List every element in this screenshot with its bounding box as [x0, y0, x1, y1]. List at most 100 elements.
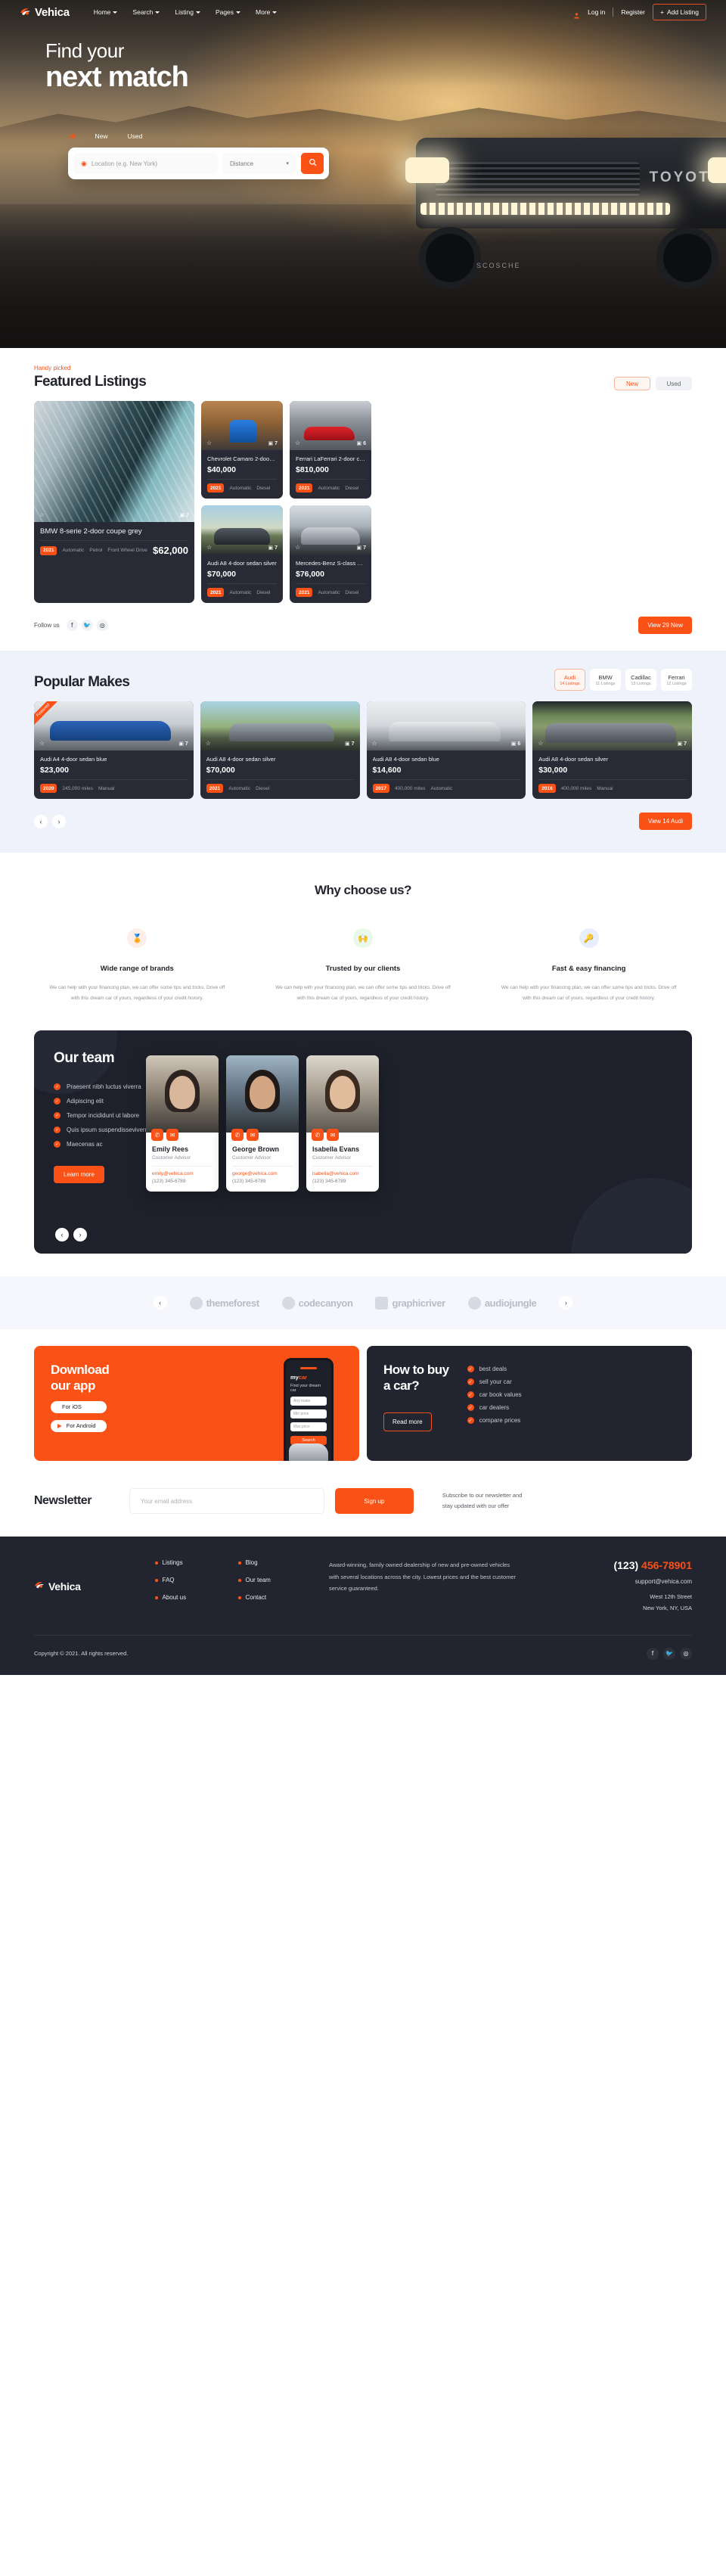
- star-icon[interactable]: ☆: [39, 511, 45, 518]
- listing-card[interactable]: ☆ ▣ 7 Audi A8 4-door sedan silver $30,00…: [532, 701, 692, 799]
- brand-graphicriver[interactable]: graphicriver: [375, 1296, 445, 1310]
- make-tab-bmw[interactable]: BMW 11 Listings: [590, 669, 621, 691]
- hero-tab-new[interactable]: New: [95, 132, 107, 140]
- app-field-make[interactable]: Any make: [290, 1397, 327, 1406]
- brand-audiojungle[interactable]: audiojungle: [467, 1296, 537, 1310]
- star-icon[interactable]: ☆: [295, 544, 300, 551]
- photo-count-value: 7: [275, 545, 278, 551]
- nav-item-home[interactable]: Home: [94, 8, 118, 16]
- star-icon[interactable]: ☆: [206, 440, 212, 446]
- instagram-icon[interactable]: ◎: [680, 1647, 692, 1660]
- view-all-audi-button[interactable]: View 14 Audi: [638, 813, 692, 830]
- member-phone[interactable]: (123) 345-6789: [312, 1179, 373, 1184]
- star-icon[interactable]: ☆: [372, 740, 377, 747]
- listing-year: 2021: [206, 784, 224, 793]
- ios-download-button[interactable]: For iOS: [51, 1400, 107, 1413]
- listing-card-featured[interactable]: ☆ ▣ 7 BMW 8-serie 2-door coupe grey 2021…: [34, 401, 194, 603]
- make-tab-audi[interactable]: Audi 14 Listings: [554, 669, 585, 691]
- nav-item-pages[interactable]: Pages: [216, 8, 241, 16]
- team-member-card[interactable]: ✆ ✉ Emily Rees Customer Advisor emily@ve…: [146, 1055, 219, 1192]
- facebook-icon[interactable]: f: [647, 1647, 659, 1660]
- listing-card[interactable]: ☆ ▣ 7 Chevrolet Camaro 2-door convertib.…: [201, 401, 283, 499]
- chevron-left-icon[interactable]: ‹: [153, 1296, 167, 1310]
- star-icon[interactable]: ☆: [295, 440, 300, 446]
- footer-email[interactable]: support@vehica.com: [518, 1578, 692, 1585]
- footer-address-line1: West 12th Street: [650, 1593, 692, 1601]
- chevron-left-icon[interactable]: ‹: [34, 814, 48, 828]
- featured-toggle-new[interactable]: New: [614, 377, 650, 390]
- member-email[interactable]: isabella@vehica.com: [312, 1171, 373, 1176]
- footer-logo[interactable]: Vehica: [34, 1559, 155, 1614]
- view-all-new-button[interactable]: View 29 New: [638, 617, 692, 634]
- login-link[interactable]: Log in: [588, 8, 605, 16]
- social-links: f 🐦 ◎: [66, 620, 108, 631]
- chevron-down-icon: [155, 11, 160, 14]
- app-field-min-price[interactable]: Min price: [290, 1409, 327, 1419]
- make-tab-ferrari[interactable]: Ferrari 12 Listings: [661, 669, 692, 691]
- nav-item-search[interactable]: Search: [132, 8, 160, 16]
- instagram-icon[interactable]: ◎: [96, 620, 108, 631]
- member-email[interactable]: george@vehica.com: [232, 1171, 293, 1176]
- chevron-right-icon[interactable]: ›: [73, 1228, 87, 1242]
- footer-phone[interactable]: (123) 456-78901: [518, 1559, 692, 1571]
- mail-icon[interactable]: ✉: [327, 1129, 339, 1142]
- twitter-icon[interactable]: 🐦: [81, 620, 93, 631]
- chevron-left-icon[interactable]: ‹: [55, 1228, 69, 1242]
- listing-card[interactable]: ☆ ▣ 7 Audi A8 4-door sedan silver $70,00…: [201, 505, 283, 603]
- featured-toggle-used[interactable]: Used: [656, 377, 692, 390]
- hero-tab-all[interactable]: All: [68, 132, 75, 140]
- team-member-card[interactable]: ✆ ✉ Isabella Evans Customer Advisor isab…: [306, 1055, 379, 1192]
- brand-codecanyon[interactable]: codecanyon: [281, 1296, 353, 1310]
- newsletter-signup-button[interactable]: Sign up: [334, 1488, 414, 1515]
- team-member-card[interactable]: ✆ ✉ George Brown Customer Advisor george…: [226, 1055, 299, 1192]
- hero-tab-used[interactable]: Used: [127, 132, 142, 140]
- make-tab-cadillac[interactable]: Cadillac 13 Listings: [625, 669, 656, 691]
- phone-icon[interactable]: ✆: [151, 1129, 163, 1142]
- listing-card[interactable]: ☆ ▣ 7 Mercedes-Benz S-class 2-door cou..…: [290, 505, 371, 603]
- star-icon[interactable]: ☆: [206, 544, 212, 551]
- listing-card[interactable]: ☆ ▣ 6 Audi A8 4-door sedan blue $14,600 …: [366, 701, 526, 799]
- footer-link-contact[interactable]: Contact: [246, 1594, 267, 1601]
- member-phone[interactable]: (123) 345-6789: [232, 1179, 293, 1184]
- newsletter-email-input[interactable]: Your email address: [129, 1488, 324, 1515]
- android-download-button[interactable]: ▶ For Android: [51, 1419, 107, 1432]
- listing-card[interactable]: Featured ☆ ▣ 7 Audi A4 4-door sedan blue…: [34, 701, 194, 799]
- footer-link-blog[interactable]: Blog: [246, 1559, 258, 1566]
- mail-icon[interactable]: ✉: [247, 1129, 259, 1142]
- nav-item-listing[interactable]: Listing: [175, 8, 200, 16]
- learn-more-button[interactable]: Learn more: [54, 1166, 104, 1184]
- listing-specs: 2021 Automatic Diesel: [207, 483, 277, 493]
- listing-card[interactable]: ☆ ▣ 6 Ferrari LaFerrari 2-door coupe red…: [290, 401, 371, 499]
- distance-label: Distance: [230, 160, 254, 167]
- footer-link-about-us[interactable]: About us: [163, 1594, 187, 1601]
- phone-icon[interactable]: ✆: [231, 1129, 244, 1142]
- chevron-right-icon[interactable]: ›: [52, 814, 66, 828]
- phone-icon[interactable]: ✆: [312, 1129, 324, 1142]
- location-input[interactable]: ◉ Location (e.g. New York): [73, 153, 218, 175]
- twitter-icon[interactable]: 🐦: [663, 1647, 675, 1660]
- why-item: 🙌 Trusted by our clients We can help wit…: [260, 928, 467, 1003]
- star-icon[interactable]: ☆: [206, 740, 211, 747]
- star-icon[interactable]: ☆: [538, 740, 543, 747]
- search-button[interactable]: [301, 153, 324, 175]
- member-phone[interactable]: (123) 345-6789: [152, 1179, 213, 1184]
- nav-item-more[interactable]: More: [256, 8, 278, 16]
- listing-spec: Automatic: [228, 785, 251, 791]
- add-listing-button[interactable]: + Add Listing: [652, 4, 706, 20]
- app-field-max-price[interactable]: Max price: [290, 1422, 327, 1432]
- footer-link-our-team[interactable]: Our team: [246, 1577, 271, 1583]
- facebook-icon[interactable]: f: [66, 620, 78, 631]
- member-email[interactable]: emily@vehica.com: [152, 1171, 213, 1176]
- brand-themeforest[interactable]: themeforest: [189, 1296, 259, 1310]
- listing-photo: ☆ ▣ 7: [201, 505, 283, 555]
- chevron-right-icon[interactable]: ›: [559, 1296, 573, 1310]
- distance-select[interactable]: Distance ▾: [222, 153, 296, 175]
- mail-icon[interactable]: ✉: [166, 1129, 178, 1142]
- read-more-button[interactable]: Read more: [383, 1412, 432, 1431]
- footer-link-faq[interactable]: FAQ: [163, 1577, 175, 1583]
- footer-link-listings[interactable]: Listings: [163, 1559, 183, 1566]
- register-link[interactable]: Register: [621, 8, 645, 16]
- star-icon[interactable]: ☆: [39, 740, 45, 747]
- listing-card[interactable]: ☆ ▣ 7 Audi A8 4-door sedan silver $70,00…: [200, 701, 360, 799]
- site-logo[interactable]: Vehica: [20, 6, 70, 19]
